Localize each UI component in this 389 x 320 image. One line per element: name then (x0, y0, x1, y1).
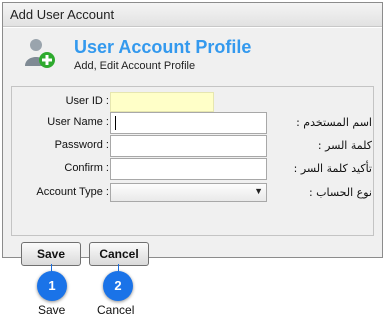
password-field[interactable] (110, 135, 267, 157)
user-name-arabic-label: اسم المستخدم : (296, 116, 372, 129)
callout-badge-1: 1 (37, 271, 67, 301)
profile-header: User Account Profile Add, Edit Account P… (11, 28, 374, 78)
text-caret (115, 116, 116, 130)
account-form: User ID : User Name : اسم المستخدم : Pas… (11, 86, 374, 236)
account-type-arabic-label: نوع الحساب : (308, 186, 372, 199)
account-type-row: Account Type : ▼ نوع الحساب : (12, 182, 373, 204)
callout-badge-2: 2 (103, 271, 133, 301)
chevron-down-icon: ▼ (254, 186, 263, 196)
user-name-row: User Name : اسم المستخدم : (12, 112, 373, 134)
profile-subtitle: Add, Edit Account Profile (74, 60, 196, 72)
user-id-field[interactable] (110, 92, 214, 112)
user-id-row: User ID : (12, 91, 373, 113)
title-bar[interactable]: Add User Account (3, 3, 382, 27)
user-name-field[interactable] (110, 112, 267, 134)
save-button[interactable]: Save (21, 242, 81, 266)
window-title: Add User Account (10, 7, 115, 22)
confirm-password-field[interactable] (110, 158, 267, 180)
user-id-label: User ID : (65, 95, 109, 107)
password-label: Password : (54, 139, 109, 151)
profile-title: User Account Profile (74, 37, 252, 57)
cancel-button[interactable]: Cancel (89, 242, 149, 266)
password-row: Password : كلمة السر : (12, 135, 373, 157)
confirm-label: Confirm : (64, 162, 109, 174)
confirm-row: Confirm : تأكيد كلمة السر : (12, 158, 373, 180)
add-user-icon (25, 39, 55, 68)
confirm-arabic-label: تأكيد كلمة السر : (293, 162, 372, 175)
callout-label-cancel: Cancel (97, 303, 135, 317)
window-content: User Account Profile Add, Edit Account P… (3, 28, 382, 266)
callout-label-save: Save (38, 303, 66, 317)
account-type-select[interactable]: ▼ (110, 183, 267, 202)
add-user-account-window: Add User Account User Account Profile Ad… (2, 2, 383, 266)
account-type-label: Account Type : (36, 186, 109, 198)
password-arabic-label: كلمة السر : (317, 139, 372, 152)
user-name-label: User Name : (47, 116, 109, 128)
